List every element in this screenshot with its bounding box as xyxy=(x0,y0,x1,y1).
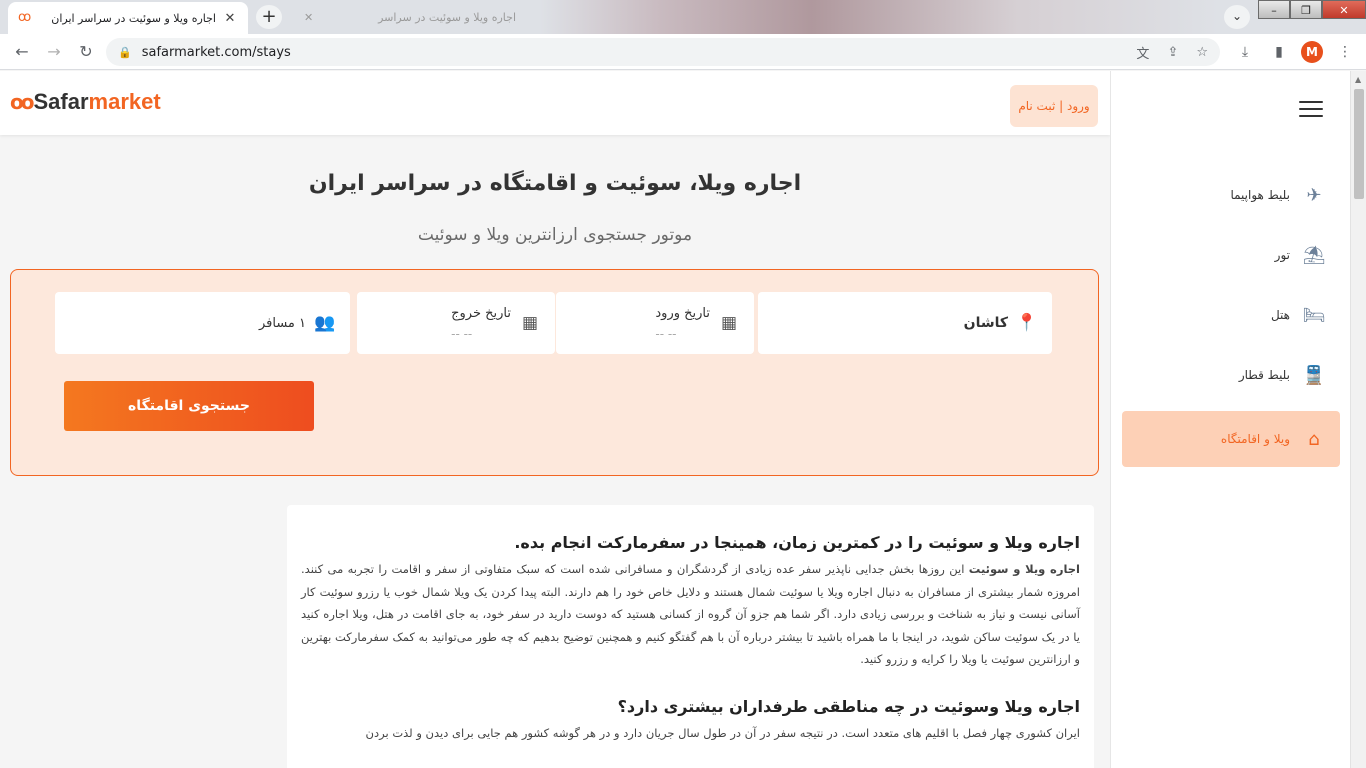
checkin-label: تاریخ ورود xyxy=(655,305,710,321)
reload-icon[interactable]: ↻ xyxy=(74,41,98,63)
home-icon: ⌂ xyxy=(1308,428,1320,450)
sidebar-item-label: ویلا و اقامتگاه xyxy=(1220,432,1290,446)
side-nav: ✈ بلیط هواپیما ⛱ تور 🛏 هتل 🚆 بلیط قطار ⌂… xyxy=(1110,71,1350,768)
blurred-tabstrip xyxy=(540,0,1220,34)
tab-close-icon[interactable]: ✕ xyxy=(222,11,238,26)
browser-toolbar: ← → ↻ 🔒 safarmarket.com/stays 文 ⇪ ☆ ⤓ ▮ … xyxy=(0,34,1366,70)
sidebar-item-label: بلیط قطار xyxy=(1238,368,1290,382)
sidebar-item-label: هتل xyxy=(1270,308,1290,322)
new-tab-button[interactable]: + xyxy=(256,5,282,29)
sidebar-item-train[interactable]: 🚆 بلیط قطار xyxy=(1122,347,1340,403)
bookmark-star-icon[interactable]: ☆ xyxy=(1196,45,1208,60)
article-paragraph-text: این روزها بخش جدایی ناپذیر سفر عده زیادی… xyxy=(301,562,1080,666)
checkout-label: تاریخ خروج xyxy=(451,305,511,321)
logo-infinity-icon: oo xyxy=(10,90,35,114)
tab-title: اجاره ویلا و سوئیت در سراسر ایران xyxy=(51,11,216,25)
beach-umbrella-icon: ⛱ xyxy=(1302,244,1326,266)
browser-menu-icon[interactable]: ⋮ xyxy=(1334,41,1356,63)
window-close-icon[interactable]: ✕ xyxy=(1322,0,1366,19)
checkout-field[interactable]: ▦ تاریخ خروج -- -- xyxy=(357,292,555,354)
destination-value: کاشان xyxy=(963,315,1008,331)
search-stays-button[interactable]: جستجوی اقامتگاه xyxy=(64,381,314,431)
browser-tabbar: ꝏ اجاره ویلا و سوئیت در سراسر ایران ✕ + … xyxy=(0,0,1366,34)
tab-title: اجاره ویلا و سوئیت در سراسر xyxy=(378,10,516,24)
checkin-field[interactable]: ▦ تاریخ ورود -- -- xyxy=(556,292,754,354)
back-arrow-icon[interactable]: ← xyxy=(10,41,34,63)
restore-icon[interactable]: ❐ xyxy=(1290,0,1322,19)
article-paragraph: اجاره ویلا و سوئیت این روزها بخش جدایی ن… xyxy=(301,558,1080,671)
share-icon[interactable]: ⇪ xyxy=(1167,45,1178,60)
location-pin-icon: 📍 xyxy=(1016,313,1038,333)
seo-article: اجاره ویلا و سوئیت را در کمترین زمان، هم… xyxy=(287,505,1094,768)
tab-close-icon[interactable]: ✕ xyxy=(304,11,313,24)
sidebar-item-label: بلیط هواپیما xyxy=(1230,188,1290,202)
page-scrollbar[interactable]: ▲ xyxy=(1350,71,1366,768)
train-icon: 🚆 xyxy=(1302,364,1326,386)
sidebar-item-flight[interactable]: ✈ بلیط هواپیما xyxy=(1122,167,1340,223)
side-panel-icon[interactable]: ▮ xyxy=(1268,41,1290,63)
article-bold-phrase: اجاره ویلا و سوئیت xyxy=(968,562,1080,576)
translate-icon[interactable]: 文 xyxy=(1136,43,1149,62)
sidebar-item-villa[interactable]: ⌂ ویلا و اقامتگاه xyxy=(1122,411,1340,467)
logo-word: Safar xyxy=(33,89,89,114)
passenger-value: ۱ مسافر xyxy=(258,315,306,331)
sidebar-item-hotel[interactable]: 🛏 هتل xyxy=(1122,287,1340,343)
scroll-up-arrow-icon[interactable]: ▲ xyxy=(1355,75,1361,84)
address-bar[interactable]: 🔒 safarmarket.com/stays 文 ⇪ ☆ xyxy=(106,38,1220,66)
checkout-value: -- -- xyxy=(451,326,473,341)
safarmarket-favicon-icon: ꝏ xyxy=(18,10,32,25)
browser-tab-background[interactable]: اجاره ویلا و سوئیت در سراسر ✕ xyxy=(290,2,530,32)
checkin-value: -- -- xyxy=(655,326,677,341)
browser-tab-active[interactable]: ꝏ اجاره ویلا و سوئیت در سراسر ایران ✕ xyxy=(8,2,248,34)
forward-arrow-icon[interactable]: → xyxy=(42,41,66,63)
logo-word-accent: market xyxy=(88,89,161,114)
lock-icon: 🔒 xyxy=(118,45,132,59)
sidebar-item-tour[interactable]: ⛱ تور xyxy=(1122,227,1340,283)
article-paragraph: ایران کشوری چهار فصل با اقلیم های متعدد … xyxy=(365,725,1080,740)
download-icon[interactable]: ⤓ xyxy=(1234,41,1256,63)
scrollbar-thumb[interactable] xyxy=(1354,89,1364,199)
hamburger-menu-icon[interactable] xyxy=(1299,101,1323,119)
tab-search-icon[interactable]: ⌄ xyxy=(1224,5,1250,29)
sidebar-item-label: تور xyxy=(1274,248,1290,262)
hotel-bed-icon: 🛏 xyxy=(1302,304,1326,326)
stay-search-form: 📍 کاشان ▦ تاریخ ورود -- -- ▦ تاریخ خروج … xyxy=(10,269,1099,476)
profile-avatar[interactable]: M xyxy=(1301,41,1323,63)
url-text[interactable]: safarmarket.com/stays xyxy=(142,45,1119,60)
minimize-icon[interactable]: – xyxy=(1258,0,1290,19)
window-controls: – ❐ ✕ xyxy=(1258,0,1366,20)
site-header: oo Safarmarket ورود | ثبت نام xyxy=(0,71,1110,135)
people-icon: 👥 xyxy=(314,313,336,333)
safarmarket-logo[interactable]: oo Safarmarket xyxy=(10,89,161,115)
article-heading: اجاره ویلا وسوئیت در چه مناطقی طرفداران … xyxy=(617,696,1080,716)
passenger-field[interactable]: 👥 ۱ مسافر xyxy=(55,292,350,354)
calendar-icon: ▦ xyxy=(720,313,738,333)
page-subtitle: موتور جستجوی ارزانترین ویلا و سوئیت xyxy=(417,225,693,245)
destination-field[interactable]: 📍 کاشان xyxy=(758,292,1052,354)
airplane-icon: ✈ xyxy=(1306,184,1322,206)
page-title: اجاره ویلا، سوئیت و اقامتگاه در سراسر ای… xyxy=(308,171,802,196)
page: oo Safarmarket ورود | ثبت نام اجاره ویلا… xyxy=(0,71,1366,768)
calendar-icon: ▦ xyxy=(521,313,539,333)
article-heading: اجاره ویلا و سوئیت را در کمترین زمان، هم… xyxy=(514,533,1080,552)
login-register-button[interactable]: ورود | ثبت نام xyxy=(1010,85,1098,127)
